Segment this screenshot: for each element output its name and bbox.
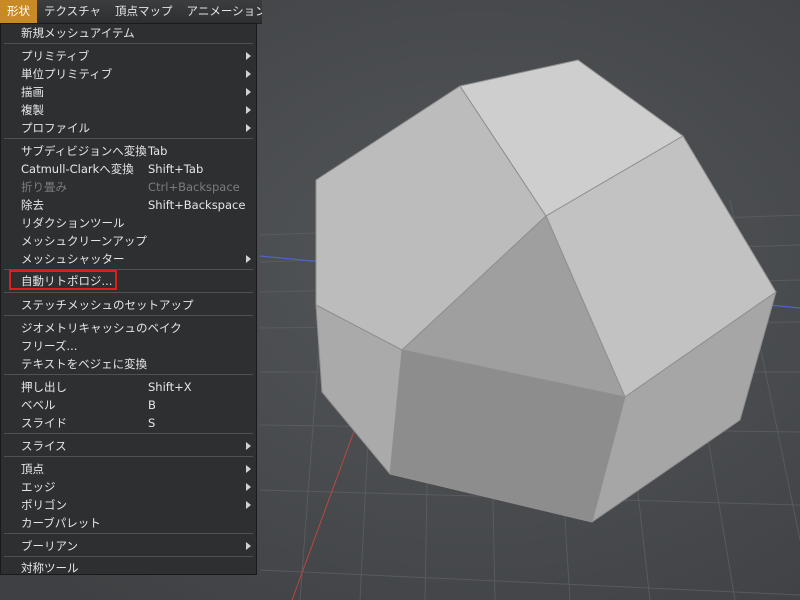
menu-item-label: 対称ツール: [21, 561, 79, 575]
menu-separator: [4, 315, 253, 316]
submenu-arrow-icon: [246, 70, 251, 78]
menubar: 形状 テクスチャ 頂点マップ アニメーション ケ: [0, 0, 262, 24]
menu-item-label: Catmull-Clarkへ変換: [21, 162, 134, 176]
menu-item-unit-primitive[interactable]: 単位プリミティブ: [1, 65, 256, 83]
menu-item-label: 折り畳み: [21, 180, 67, 194]
menu-item-edge[interactable]: エッジ: [1, 478, 256, 496]
menu-item-label: ブーリアン: [21, 539, 79, 553]
menu-item-slice[interactable]: スライス: [1, 437, 256, 455]
menu-item-label: 頂点: [21, 462, 44, 476]
highlight-box: [9, 270, 117, 290]
shape-dropdown-menu: 新規メッシュアイテム プリミティブ 単位プリミティブ 描画 複製 プロファイル …: [0, 23, 257, 575]
menu-item-boolean[interactable]: ブーリアン: [1, 537, 256, 555]
menu-item-label: ジオメトリキャッシュのベイク: [21, 321, 182, 335]
menu-separator: [4, 556, 253, 557]
menu-item-label: フリーズ...: [21, 339, 78, 353]
menu-item-vertex[interactable]: 頂点: [1, 460, 256, 478]
submenu-arrow-icon: [246, 483, 251, 491]
menu-item-bake-geometry-cache[interactable]: ジオメトリキャッシュのベイク: [1, 319, 256, 337]
menu-item-label: ステッチメッシュのセットアップ: [21, 298, 194, 312]
menu-separator: [4, 43, 253, 44]
menu-item-shortcut: Tab: [148, 144, 168, 158]
menu-item-extrude[interactable]: 押し出し Shift+X: [1, 378, 256, 396]
menu-item-convert-subdivision[interactable]: サブディビジョンへ変換 Tab: [1, 142, 256, 160]
menu-item-shortcut: B: [148, 398, 156, 412]
menu-item-label: 単位プリミティブ: [21, 67, 113, 81]
menu-item-label: 除去: [21, 198, 44, 212]
menu-item-label: スライド: [21, 416, 67, 430]
submenu-arrow-icon: [246, 52, 251, 60]
menu-item-mesh-cleanup[interactable]: メッシュクリーンアップ: [1, 232, 256, 250]
menu-item-shortcut: Shift+Backspace: [148, 198, 246, 212]
menu-item-label: プリミティブ: [21, 49, 90, 63]
menu-separator: [4, 292, 253, 293]
menu-item-remove[interactable]: 除去 Shift+Backspace: [1, 196, 256, 214]
menu-animation[interactable]: アニメーション: [180, 0, 262, 23]
menu-item-new-mesh-item[interactable]: 新規メッシュアイテム: [1, 24, 256, 42]
menu-item-label: カーブパレット: [21, 516, 101, 530]
menu-item-label: メッシュクリーンアップ: [21, 234, 147, 248]
menu-item-label: テキストをベジェに変換: [21, 357, 148, 371]
menu-shape[interactable]: 形状: [0, 0, 37, 23]
menu-item-symmetry-tool[interactable]: 対称ツール: [1, 559, 256, 577]
menu-item-label: エッジ: [21, 480, 56, 494]
menu-item-label: サブディビジョンへ変換: [21, 144, 147, 158]
menu-item-collapse: 折り畳み Ctrl+Backspace: [1, 178, 256, 196]
menu-vertex-map[interactable]: 頂点マップ: [108, 0, 180, 23]
menu-item-reduction-tool[interactable]: リダクションツール: [1, 214, 256, 232]
menu-separator: [4, 456, 253, 457]
menu-separator: [4, 433, 253, 434]
menu-item-shortcut: Shift+X: [148, 380, 192, 394]
menu-item-primitive[interactable]: プリミティブ: [1, 47, 256, 65]
menu-item-label: プロファイル: [21, 121, 90, 135]
menu-separator: [4, 533, 253, 534]
menu-item-label: メッシュシャッター: [21, 252, 125, 266]
menu-item-polygon[interactable]: ポリゴン: [1, 496, 256, 514]
menu-item-shortcut: S: [148, 416, 156, 430]
menu-item-convert-catmull-clark[interactable]: Catmull-Clarkへ変換 Shift+Tab: [1, 160, 256, 178]
menu-item-label: 新規メッシュアイテム: [21, 26, 135, 40]
menu-item-shortcut: Shift+Tab: [148, 162, 204, 176]
menu-item-label: ポリゴン: [21, 498, 67, 512]
submenu-arrow-icon: [246, 255, 251, 263]
submenu-arrow-icon: [246, 106, 251, 114]
submenu-arrow-icon: [246, 88, 251, 96]
menu-item-curve-palette[interactable]: カーブパレット: [1, 514, 256, 532]
menu-item-label: リダクションツール: [21, 216, 125, 230]
menu-item-stitch-mesh-setup[interactable]: ステッチメッシュのセットアップ: [1, 296, 256, 314]
menu-item-shortcut: Ctrl+Backspace: [148, 180, 240, 194]
menu-texture[interactable]: テクスチャ: [37, 0, 108, 23]
menu-item-freeze[interactable]: フリーズ...: [1, 337, 256, 355]
submenu-arrow-icon: [246, 442, 251, 450]
menu-item-slide[interactable]: スライド S: [1, 414, 256, 432]
menu-separator: [4, 138, 253, 139]
menu-item-mesh-shatter[interactable]: メッシュシャッター: [1, 250, 256, 268]
menu-separator: [4, 374, 253, 375]
submenu-arrow-icon: [246, 124, 251, 132]
menu-item-draw[interactable]: 描画: [1, 83, 256, 101]
menu-item-label: スライス: [21, 439, 67, 453]
menu-item-profile[interactable]: プロファイル: [1, 119, 256, 137]
menu-item-label: 描画: [21, 85, 44, 99]
menu-item-duplicate[interactable]: 複製: [1, 101, 256, 119]
submenu-arrow-icon: [246, 501, 251, 509]
menu-item-label: 複製: [21, 103, 44, 117]
submenu-arrow-icon: [246, 542, 251, 550]
menu-item-label: ベベル: [21, 398, 56, 412]
submenu-arrow-icon: [246, 465, 251, 473]
menu-item-label: 押し出し: [21, 380, 67, 394]
menu-item-text-to-bezier[interactable]: テキストをベジェに変換: [1, 355, 256, 373]
menu-item-bevel[interactable]: ベベル B: [1, 396, 256, 414]
